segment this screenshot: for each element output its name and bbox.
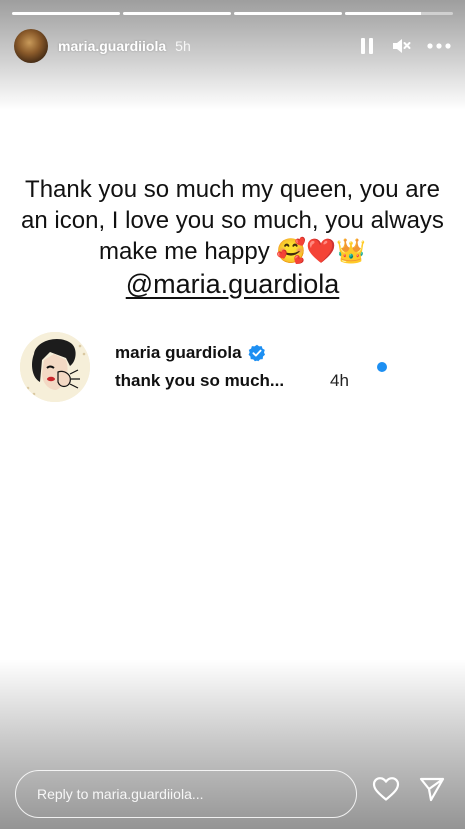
card-time: 4h (330, 371, 349, 390)
card-message: thank you so much... (115, 371, 285, 390)
caption-line: an icon, I love you so much, you always (21, 207, 444, 234)
progress-segment (123, 12, 231, 15)
reply-input[interactable]: Reply to maria.guardiiola... (15, 770, 357, 818)
mute-icon[interactable] (391, 37, 411, 55)
heart-icon[interactable] (372, 776, 400, 802)
progress-segment (345, 12, 453, 15)
caption-line: make me happy 🥰❤️👑 (20, 236, 445, 267)
story-controls (359, 37, 451, 55)
caption-line: Thank you so much my queen, you are (25, 176, 440, 203)
more-icon[interactable] (427, 43, 451, 49)
emoji-group: 🥰❤️👑 (276, 238, 367, 265)
pause-icon[interactable] (359, 37, 375, 55)
avatar[interactable] (14, 29, 48, 63)
unread-indicator (377, 362, 387, 372)
send-icon[interactable] (418, 776, 446, 802)
username[interactable]: maria.guardiiola (58, 38, 166, 54)
caption-text: make me happy (98, 238, 270, 265)
profile-illustration-avatar (20, 332, 90, 402)
story-progress (12, 12, 453, 15)
progress-segment (12, 12, 120, 15)
progress-segment (234, 12, 342, 15)
card-name-row: maria guardiola (115, 343, 266, 363)
card-username: maria guardiola (115, 343, 242, 362)
story-viewer: maria.guardiiola 5h Thank you so much my… (0, 0, 465, 829)
reshared-post-card[interactable]: maria guardiola thank you so much... 4h (20, 332, 440, 402)
reply-actions (372, 776, 446, 802)
post-time: 5h (175, 38, 191, 54)
story-header: maria.guardiiola 5h (14, 28, 451, 64)
mention-sticker[interactable]: @maria.guardiola (126, 269, 340, 300)
story-caption: Thank you so much my queen, you are an i… (20, 174, 445, 301)
verified-badge-icon (248, 344, 266, 362)
